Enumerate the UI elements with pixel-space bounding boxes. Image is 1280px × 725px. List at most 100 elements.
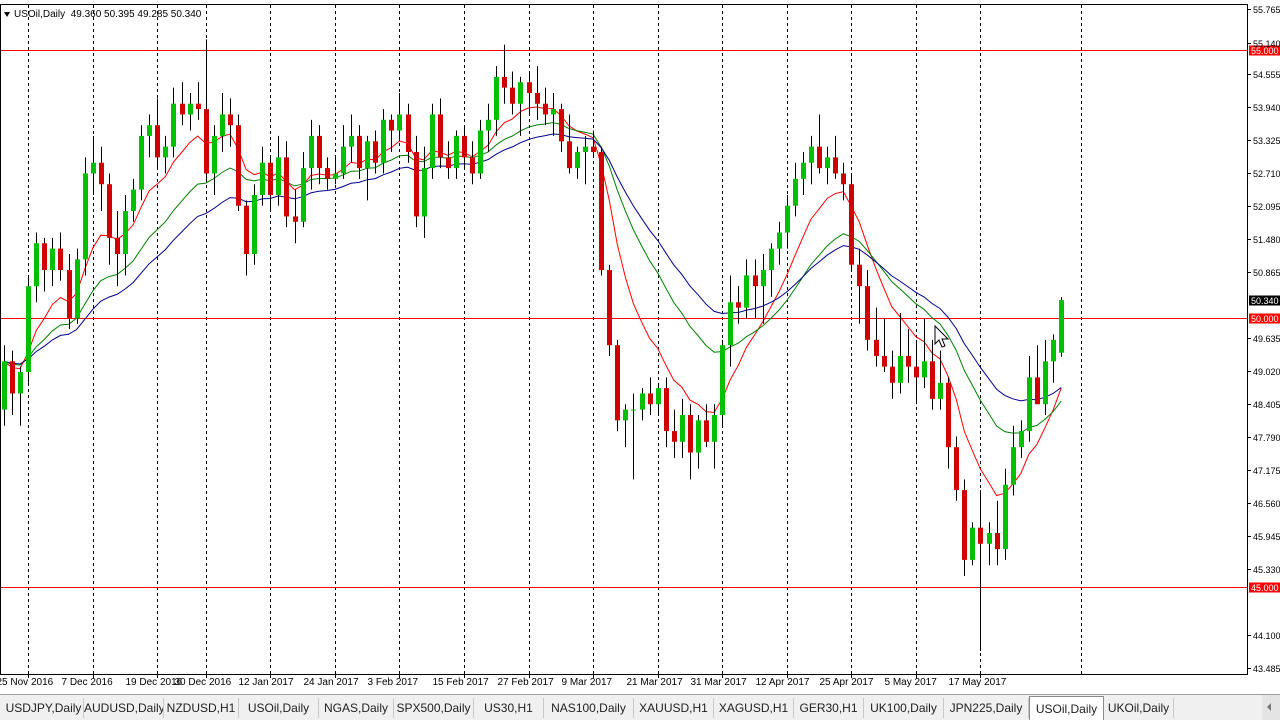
candle-body bbox=[131, 190, 136, 211]
candle-body bbox=[236, 125, 241, 205]
candle-body bbox=[1051, 340, 1056, 361]
candle-body bbox=[559, 109, 564, 141]
candle-body bbox=[325, 168, 330, 179]
candle-body bbox=[809, 147, 814, 163]
candle-body bbox=[204, 109, 209, 173]
candle-body bbox=[857, 265, 862, 286]
candle bbox=[83, 157, 88, 275]
candle-body bbox=[220, 114, 225, 135]
candle-body bbox=[357, 136, 362, 168]
candle-body bbox=[712, 415, 717, 442]
time-tick-label: 5 May 2017 bbox=[885, 677, 938, 688]
price-tick-label: 47.175 bbox=[1253, 466, 1280, 476]
time-tick-label: 7 Dec 2016 bbox=[62, 677, 114, 688]
candle-body bbox=[744, 275, 749, 307]
candle-body bbox=[995, 533, 1000, 549]
level-label: 45.000 bbox=[1251, 583, 1279, 593]
candle-body bbox=[502, 77, 507, 88]
candle-body bbox=[704, 420, 709, 441]
chart-tab[interactable]: SPX500,Daily bbox=[394, 698, 474, 718]
candle bbox=[615, 340, 620, 431]
price-tick-label: 53.940 bbox=[1253, 103, 1280, 113]
candle-body bbox=[817, 147, 822, 168]
price-tick-label: 52.095 bbox=[1253, 202, 1280, 212]
chart-tab[interactable]: USOil,Daily bbox=[1029, 696, 1104, 720]
candle-body bbox=[10, 361, 15, 393]
candle-body bbox=[2, 361, 7, 409]
candle-body bbox=[615, 345, 620, 420]
chart-tab[interactable]: XAUUSD,H1 bbox=[634, 698, 714, 718]
candle-body bbox=[551, 109, 556, 114]
time-tick-label: 25 Apr 2017 bbox=[820, 677, 874, 688]
trading-terminal: 55.00050.00045.000 55.76555.14054.55553.… bbox=[0, 0, 1280, 720]
chart-tab[interactable]: JPN225,Daily bbox=[944, 698, 1029, 718]
candle-body bbox=[672, 431, 677, 442]
time-tick-label: 25 Nov 2016 bbox=[0, 677, 54, 688]
chart-tab[interactable]: NGAS,Daily bbox=[319, 698, 394, 718]
chart-ohlc: 49.360 50.395 49.285 50.340 bbox=[71, 9, 202, 20]
time-tick-label: 31 Mar 2017 bbox=[691, 677, 748, 688]
candle-body bbox=[906, 356, 911, 367]
candle bbox=[26, 275, 31, 382]
candle-body bbox=[462, 136, 467, 157]
candle-body bbox=[648, 394, 653, 405]
candle-body bbox=[486, 120, 491, 131]
time-tick-label: 3 Feb 2017 bbox=[368, 677, 419, 688]
candle-body bbox=[1059, 300, 1064, 353]
candle-body bbox=[430, 114, 435, 168]
candle-body bbox=[543, 104, 548, 115]
candle-body bbox=[849, 184, 854, 264]
time-tick-label: 24 Jan 2017 bbox=[304, 677, 359, 688]
tab-scroll-arrows[interactable] bbox=[1262, 695, 1280, 720]
candle-body bbox=[212, 136, 217, 174]
chart-tab[interactable]: AUDUSD,Daily bbox=[84, 698, 164, 718]
chart-tab[interactable]: NZDUSD,H1 bbox=[164, 698, 239, 718]
candle bbox=[139, 125, 144, 200]
candle-body bbox=[83, 173, 88, 259]
chart-tab[interactable]: UK100,Daily bbox=[864, 698, 944, 718]
price-tick-label: 47.790 bbox=[1253, 433, 1280, 443]
level-label: 50.000 bbox=[1251, 314, 1279, 324]
candle-body bbox=[91, 163, 96, 174]
price-tick-label: 55.140 bbox=[1253, 39, 1280, 49]
chart-tab[interactable]: XAGUSD,H1 bbox=[714, 698, 794, 718]
candle-body bbox=[987, 533, 992, 544]
time-tick-label: 12 Jan 2017 bbox=[239, 677, 294, 688]
time-tick-label: 9 Mar 2017 bbox=[562, 677, 613, 688]
candle-body bbox=[494, 77, 499, 120]
candle-body bbox=[155, 125, 160, 157]
chart-tab[interactable]: USDJPY,Daily bbox=[4, 698, 84, 718]
candle-body bbox=[171, 104, 176, 147]
chart-symbol: USOil,Daily bbox=[14, 9, 65, 20]
candle-body bbox=[42, 243, 47, 270]
current-price-label: 50.340 bbox=[1251, 296, 1279, 306]
candle-body bbox=[228, 114, 233, 125]
candle-body bbox=[34, 243, 39, 286]
candle-body bbox=[309, 136, 314, 168]
candle-body bbox=[777, 233, 782, 249]
candle-body bbox=[252, 195, 257, 254]
candle-body bbox=[373, 141, 378, 162]
candle-body bbox=[922, 361, 927, 377]
candle-body bbox=[268, 163, 273, 195]
price-tick-label: 55.765 bbox=[1253, 5, 1280, 15]
chart-tab[interactable]: GER30,H1 bbox=[794, 698, 864, 718]
chart-tab[interactable]: US30,H1 bbox=[474, 698, 544, 718]
candle-body bbox=[75, 259, 80, 318]
chart-title: USOil,Daily 49.360 50.395 49.285 50.340 bbox=[4, 9, 201, 20]
candle-body bbox=[341, 147, 346, 174]
candle-body bbox=[196, 104, 201, 109]
price-chart[interactable]: 55.00050.00045.000 55.76555.14054.55553.… bbox=[0, 0, 1280, 694]
chart-menu-triangle-icon[interactable] bbox=[4, 12, 10, 17]
candle-body bbox=[1027, 377, 1032, 431]
time-tick-label: 30 Dec 2016 bbox=[175, 677, 232, 688]
candle-body bbox=[841, 173, 846, 184]
candle-body bbox=[962, 490, 967, 560]
chart-tab[interactable]: UKOil,Daily bbox=[1104, 698, 1174, 718]
candle-body bbox=[244, 206, 249, 254]
tab-scroll-icon[interactable] bbox=[1262, 695, 1280, 720]
candle-body bbox=[890, 367, 895, 383]
candle-body bbox=[656, 388, 661, 404]
chart-tab[interactable]: USOil,Daily bbox=[239, 698, 319, 718]
chart-tab[interactable]: NAS100,Daily bbox=[544, 698, 634, 718]
